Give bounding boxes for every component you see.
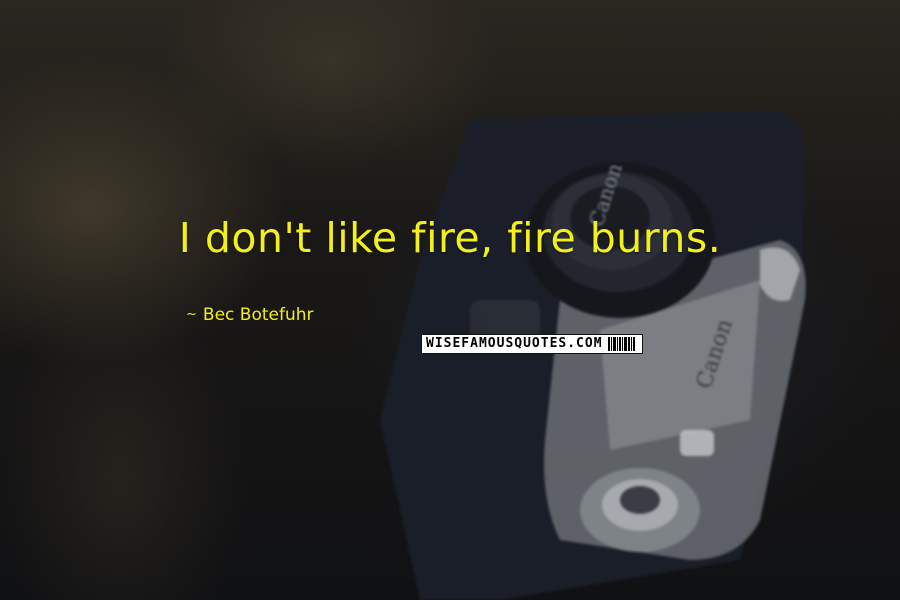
quote-image: Canon Canon I don't like fire, fire burn… [0, 0, 900, 600]
camera-photo-background: Canon Canon [380, 110, 806, 600]
quote-text: I don't like fire, fire burns. [178, 214, 722, 262]
logo-text: WISEFAMOUSQUOTES.COM [426, 336, 603, 351]
wisefamousquotes-logo: WISEFAMOUSQUOTES.COM [421, 334, 643, 354]
camera-button [680, 430, 714, 456]
author-prefix: ~ [186, 306, 197, 322]
barcode-icon [606, 335, 642, 353]
author-line: ~ Bec Botefuhr [186, 305, 314, 325]
author-name: Bec Botefuhr [202, 305, 314, 325]
camera-mode-dial-cap [620, 486, 660, 514]
